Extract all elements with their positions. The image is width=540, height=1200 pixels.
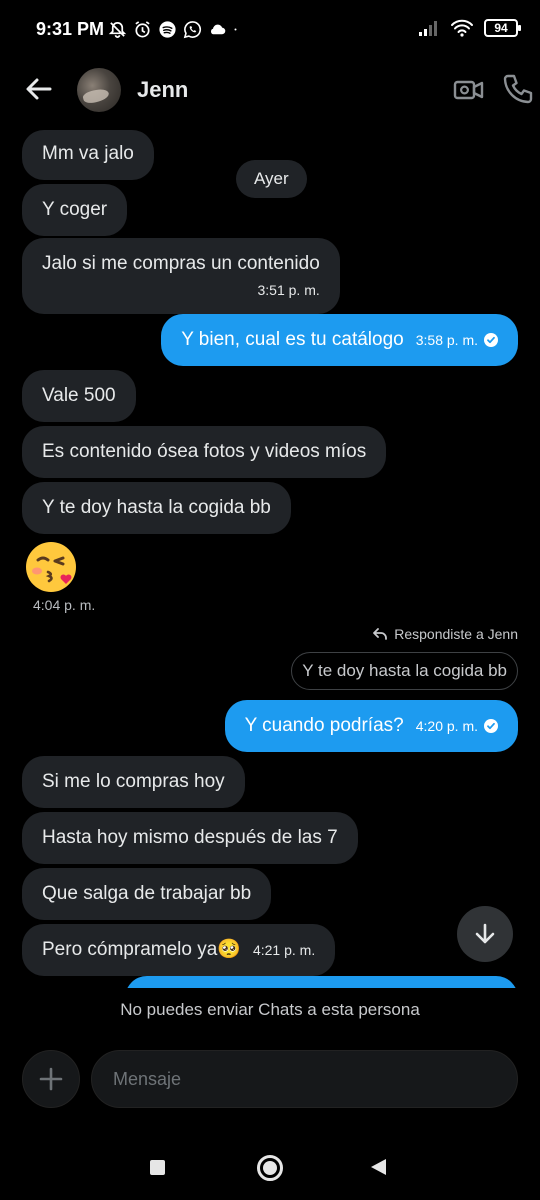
- cloud-icon: [211, 24, 226, 35]
- signal-icon: [419, 21, 437, 36]
- message-text: Y te doy hasta la cogida bb: [42, 497, 271, 518]
- message-bubble-sent[interactable]: Y cuando podrías? 4:20 p. m.: [224, 700, 518, 752]
- message-bubble-received[interactable]: Es contenido ósea fotos y videos míos: [22, 426, 387, 478]
- arrow-down-icon: [475, 923, 495, 944]
- whatsapp-icon: [183, 21, 201, 39]
- message-composer: Mensaje: [0, 1050, 540, 1110]
- avatar[interactable]: [77, 68, 121, 112]
- message-text: Que salga de trabajar bb: [42, 883, 252, 904]
- message-text: Y cuando podrías?: [244, 715, 404, 736]
- status-bar: 9:31 PM 94: [0, 0, 540, 58]
- message-time: 3:51 p. m.: [257, 282, 320, 298]
- reply-label-text: Respondiste a Jenn: [394, 626, 518, 642]
- message-bubble-received[interactable]: Y te doy hasta la cogida bb: [22, 482, 291, 534]
- message-text: Hasta hoy mismo después de las 7: [42, 827, 338, 848]
- video-call-icon[interactable]: [452, 74, 486, 106]
- message-time: 4:20 p. m.: [415, 718, 478, 734]
- message-text: Jalo si me compras un contenido: [42, 253, 320, 274]
- message-text: Si me lo compras hoy: [42, 771, 225, 792]
- scroll-to-bottom-button[interactable]: [457, 906, 513, 962]
- read-check-icon: [484, 719, 498, 733]
- message-input[interactable]: Mensaje: [91, 1050, 518, 1108]
- message-bubble-received[interactable]: Si me lo compras hoy: [22, 756, 245, 808]
- cannot-message-notice: No puedes enviar Chats a esta persona: [120, 1000, 420, 1019]
- contact-name[interactable]: Jenn: [137, 77, 188, 103]
- quoted-message[interactable]: Y te doy hasta la cogida bb: [291, 652, 518, 690]
- message-text: Pero cómpramelo ya🥺: [42, 939, 241, 960]
- home-button[interactable]: [257, 1155, 283, 1181]
- add-attachment-button[interactable]: [22, 1050, 80, 1108]
- message-bubble-sent-partial[interactable]: [125, 976, 518, 988]
- status-notification-icons: [108, 20, 243, 39]
- message-bubble-received[interactable]: Vale 500: [22, 370, 136, 422]
- message-bubble-received[interactable]: Hasta hoy mismo después de las 7: [22, 812, 358, 864]
- reply-indicator: Respondiste a Jenn: [372, 626, 518, 642]
- message-text: Mm va jalo: [42, 143, 134, 164]
- message-time: 4:04 p. m.: [33, 597, 96, 613]
- message-bubble-received[interactable]: Que salga de trabajar bb: [22, 868, 272, 920]
- message-bubble-received[interactable]: Pero cómpramelo ya🥺 4:21 p. m.: [22, 924, 336, 976]
- message-bubble-received[interactable]: Mm va jalo: [22, 130, 154, 180]
- system-navigation-bar: [0, 1140, 540, 1200]
- message-text: Es contenido ósea fotos y videos míos: [42, 441, 367, 462]
- back-button[interactable]: [371, 1159, 386, 1175]
- read-check-icon: [484, 333, 498, 347]
- chat-header: Jenn: [0, 58, 540, 122]
- message-text: Vale 500: [42, 385, 116, 406]
- status-time: 9:31 PM: [36, 19, 105, 39]
- message-time: 3:58 p. m.: [415, 332, 478, 348]
- day-separator: Ayer: [236, 160, 307, 198]
- status-system-icons: 94: [418, 19, 521, 37]
- message-time: 4:21 p. m.: [252, 942, 316, 958]
- message-bubble-received[interactable]: Jalo si me compras un contenido 3:51 p. …: [22, 238, 340, 314]
- alarm-icon: [135, 21, 150, 38]
- dot-icon: [234, 28, 237, 31]
- phone-call-icon[interactable]: [502, 72, 534, 106]
- message-text: Y coger: [42, 199, 108, 220]
- message-text: Y bien, cual es tu catálogo: [181, 329, 404, 350]
- message-bubble-received[interactable]: Y coger: [22, 184, 128, 236]
- recents-button[interactable]: [150, 1160, 165, 1175]
- spotify-icon: [159, 21, 176, 38]
- reply-arrow-icon: [373, 628, 388, 640]
- message-bubble-sent[interactable]: Y bien, cual es tu catálogo 3:58 p. m.: [161, 314, 518, 366]
- back-arrow-icon[interactable]: [22, 72, 56, 106]
- battery-icon: 94: [484, 19, 521, 37]
- kissing-face-emoji[interactable]: [24, 540, 78, 594]
- muted-bell-icon: [108, 21, 127, 38]
- wifi-icon: [451, 19, 473, 37]
- plus-icon: [39, 1067, 63, 1091]
- message-list[interactable]: Mm va jalo Ayer Y coger Jalo si me compr…: [0, 122, 540, 988]
